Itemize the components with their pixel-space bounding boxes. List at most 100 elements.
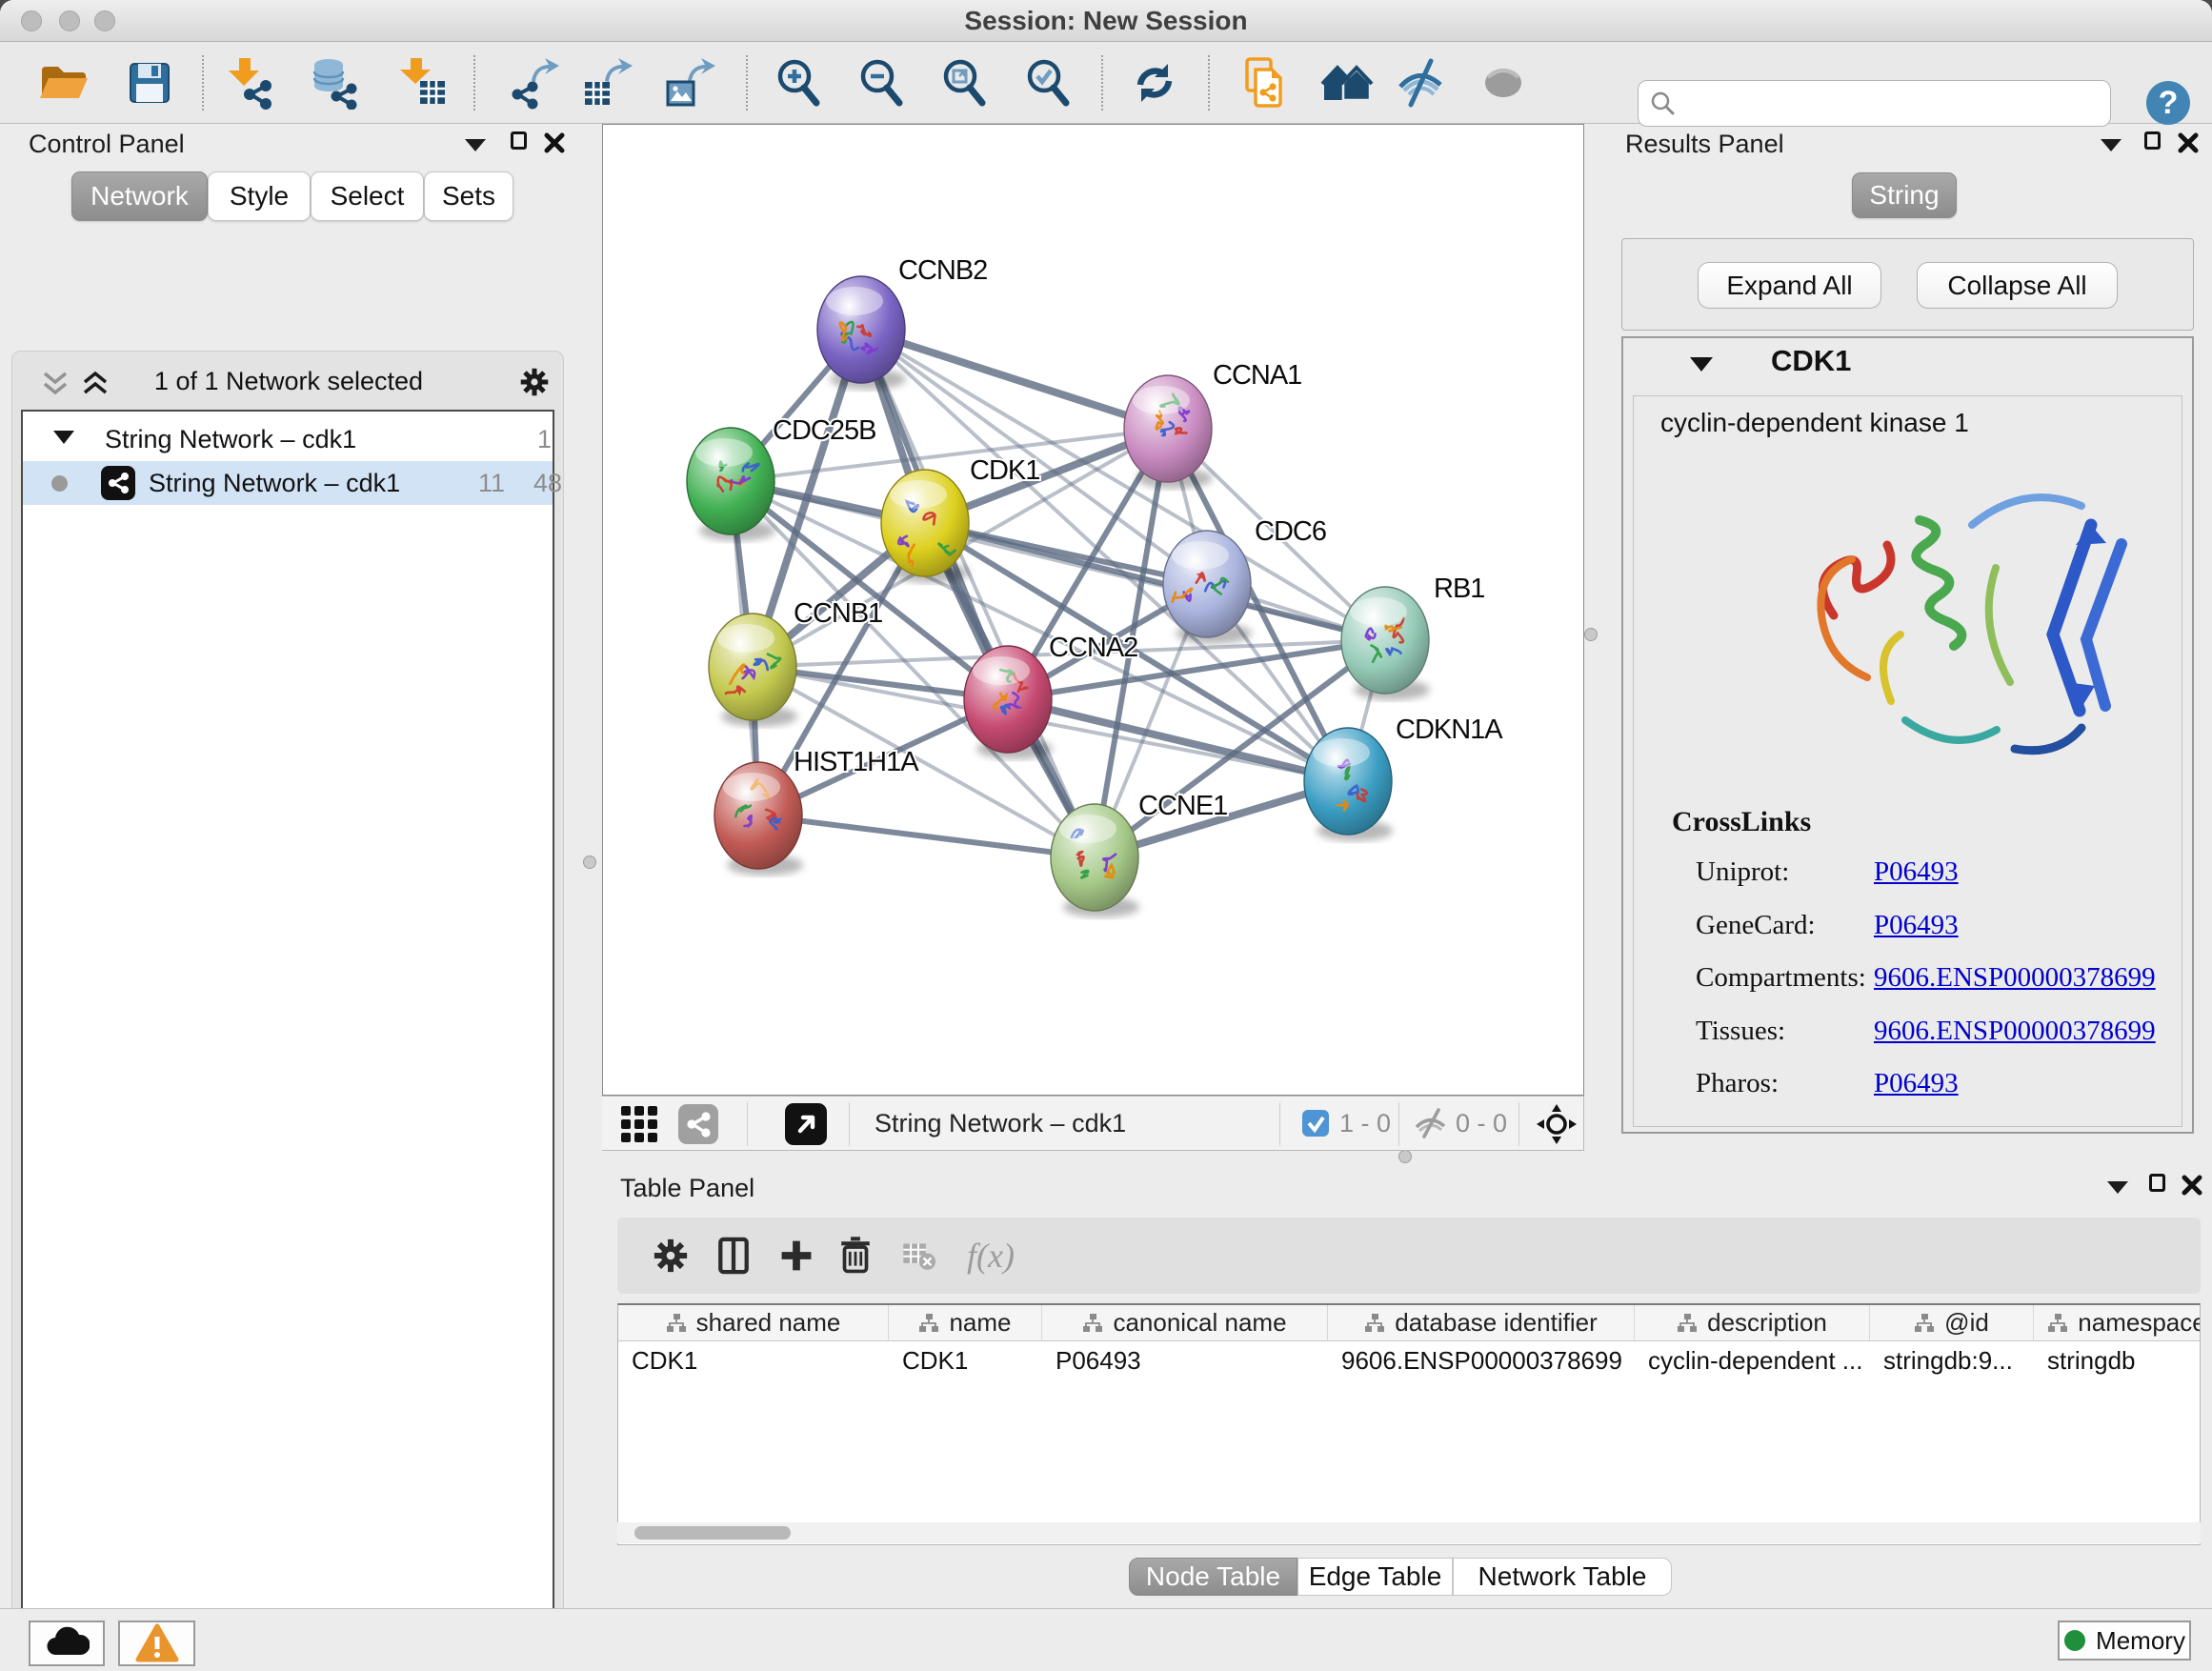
graphics-details-icon[interactable]	[678, 1104, 718, 1144]
tab-string[interactable]: String	[1852, 172, 1957, 218]
cloud-button[interactable]	[29, 1621, 105, 1666]
import-network-button[interactable]	[220, 53, 281, 112]
network-edge-CCNE1-HIST1H1A[interactable]	[758, 815, 1095, 857]
column-header-id[interactable]: @id	[1870, 1305, 2034, 1341]
network-node-CCNA2[interactable]: CCNA2	[964, 633, 1137, 759]
table-cell[interactable]: 9606.ENSP00000378699	[1328, 1341, 1635, 1379]
expand-all-icon[interactable]	[79, 371, 111, 399]
open-session-button[interactable]	[33, 53, 94, 112]
column-header-description[interactable]: description	[1635, 1305, 1870, 1341]
network-tree-selected-row[interactable]: String Network – cdk1 11 48	[23, 461, 553, 505]
import-database-button[interactable]	[305, 53, 366, 112]
memory-button[interactable]: Memory	[2058, 1621, 2191, 1661]
column-header-namespace[interactable]: namespace	[2034, 1305, 2201, 1341]
export-table-button[interactable]	[576, 53, 637, 112]
crosslink-compartments-link[interactable]: 9606.ENSP00000378699	[1874, 962, 2156, 994]
network-tree-root-row[interactable]: String Network – cdk1 1	[23, 417, 553, 461]
footer-separator	[1398, 1102, 1399, 1146]
export-network-button[interactable]	[503, 53, 564, 112]
tree-expand-icon[interactable]	[53, 431, 74, 444]
table-cell[interactable]: CDK1	[889, 1341, 1042, 1379]
table-cell[interactable]: cyclin-dependent ...	[1635, 1341, 1870, 1379]
column-header-canonicalname[interactable]: canonical name	[1042, 1305, 1328, 1341]
search-input[interactable]	[1684, 88, 2110, 119]
expand-all-button[interactable]: Expand All	[1698, 262, 1881, 309]
selected-checkbox-icon[interactable]	[1301, 1109, 1330, 1137]
network-node-CDK1[interactable]: CDK1	[881, 455, 1039, 583]
export-image-button[interactable]	[659, 53, 720, 112]
show-all-button[interactable]	[1473, 53, 1534, 112]
collapse-all-button[interactable]: Collapse All	[1917, 262, 2118, 309]
crosslink-uniprot-link[interactable]: P06493	[1874, 856, 1959, 888]
column-header-databaseidentifier[interactable]: database identifier	[1328, 1305, 1635, 1341]
crosslink-pharos-link[interactable]: P06493	[1874, 1068, 1959, 1099]
zoom-fit-button[interactable]	[934, 53, 995, 112]
search-field[interactable]	[1638, 80, 2111, 127]
save-session-button[interactable]	[119, 53, 180, 112]
close-panel-icon[interactable]	[543, 131, 566, 154]
birdseye-icon[interactable]	[1536, 1103, 1578, 1145]
hidden-eye-icon[interactable]	[1412, 1106, 1450, 1140]
table-cell[interactable]: stringdb	[2034, 1341, 2201, 1379]
tab-edge-table[interactable]: Edge Table	[1297, 1558, 1453, 1596]
float-panel-icon[interactable]	[2101, 139, 2122, 151]
add-column-icon[interactable]	[770, 1229, 823, 1282]
network-node-CDC6[interactable]: CDC6	[1163, 516, 1326, 644]
collapse-section-icon[interactable]	[1690, 357, 1713, 372]
export-view-icon[interactable]	[785, 1103, 827, 1145]
column-header-name[interactable]: name	[889, 1305, 1042, 1341]
delete-table-icon[interactable]	[892, 1229, 945, 1282]
collapse-all-icon[interactable]	[39, 371, 71, 399]
help-button[interactable]: ?	[2143, 78, 2193, 128]
toggle-columns-icon[interactable]	[707, 1229, 760, 1282]
tab-network-table[interactable]: Network Table	[1453, 1558, 1672, 1596]
network-node-RB1[interactable]: RB1	[1341, 574, 1484, 700]
close-panel-icon[interactable]	[2177, 131, 2200, 154]
first-neighbors-icon	[1320, 56, 1374, 110]
tab-select[interactable]: Select	[311, 171, 424, 221]
scrollbar-thumb[interactable]	[634, 1526, 791, 1540]
table-cell[interactable]: P06493	[1042, 1341, 1328, 1379]
network-node-CCNA1[interactable]: CCNA1	[1124, 360, 1301, 489]
network-node-CDKN1A[interactable]: CDKN1A	[1304, 715, 1503, 841]
tab-style[interactable]: Style	[208, 171, 311, 221]
maximize-panel-icon[interactable]	[2149, 1174, 2165, 1192]
new-network-from-selection-button[interactable]	[1235, 53, 1296, 112]
gear-icon[interactable]	[515, 363, 553, 401]
network-edge-CCNB2-CCNA1[interactable]	[861, 330, 1168, 429]
crosslink-genecard-link[interactable]: P06493	[1874, 910, 1959, 941]
tab-sets[interactable]: Sets	[424, 171, 513, 221]
float-panel-icon[interactable]	[2107, 1181, 2128, 1194]
network-node-HIST1H1A[interactable]: HIST1H1A	[714, 747, 919, 876]
maximize-panel-icon[interactable]	[2144, 131, 2161, 150]
tab-network[interactable]: Network	[71, 171, 208, 221]
zoom-selected-button[interactable]	[1017, 53, 1078, 112]
maximize-panel-icon[interactable]	[511, 131, 527, 150]
zoom-out-button[interactable]	[851, 53, 912, 112]
first-neighbors-button[interactable]	[1317, 53, 1377, 112]
table-cell[interactable]: CDK1	[618, 1341, 889, 1379]
import-table-button[interactable]	[393, 53, 454, 112]
network-canvas[interactable]: CCNB2CCNA1CDC25BCDK1CDC6RB1CCNB1CCNA2CDK…	[602, 124, 1584, 1096]
delete-column-icon[interactable]	[829, 1229, 882, 1282]
tab-node-table[interactable]: Node Table	[1129, 1558, 1297, 1596]
close-panel-icon[interactable]	[2181, 1174, 2203, 1197]
right-splitter-handle[interactable]	[1584, 628, 1598, 641]
warning-button[interactable]	[118, 1621, 195, 1666]
refresh-layout-button[interactable]	[1124, 53, 1185, 112]
column-header-sharedname[interactable]: shared name	[618, 1305, 889, 1341]
crosslink-tissues-link[interactable]: 9606.ENSP00000378699	[1874, 1016, 2156, 1047]
zoom-in-icon	[772, 56, 825, 110]
float-panel-icon[interactable]	[465, 139, 486, 151]
hide-selected-button[interactable]	[1391, 53, 1452, 112]
title-bar: Session: New Session	[0, 0, 2212, 42]
zoom-in-button[interactable]	[768, 53, 829, 112]
function-builder-icon[interactable]: f(x)	[953, 1229, 1029, 1282]
table-horizontal-scrollbar[interactable]	[617, 1522, 2201, 1543]
network-node-CCNE1[interactable]: CCNE1	[1051, 791, 1227, 917]
overview-grid-icon[interactable]	[619, 1104, 659, 1144]
gear-icon[interactable]	[644, 1229, 697, 1282]
network-edge-CCNB2-CCNE1[interactable]	[861, 330, 1095, 857]
left-splitter-handle[interactable]	[583, 856, 596, 869]
table-cell[interactable]: stringdb:9...	[1870, 1341, 2034, 1379]
